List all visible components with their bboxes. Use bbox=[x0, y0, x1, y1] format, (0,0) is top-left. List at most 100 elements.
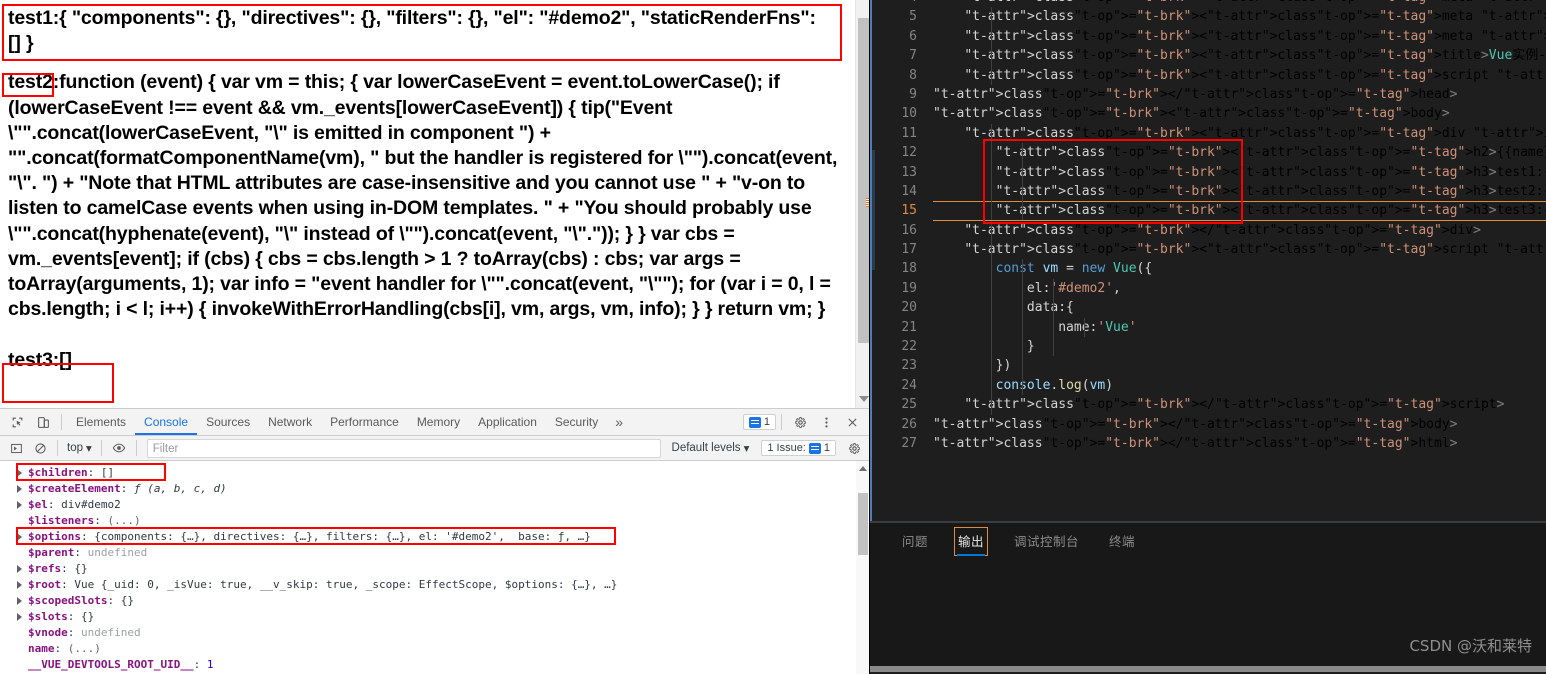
code-line[interactable]: 11 "t-attr">class "t-op" >= "t-brk" >< "t-att… bbox=[875, 123, 1546, 144]
console-entry[interactable]: $createElement: ƒ (a, b, c, d) bbox=[0, 481, 869, 497]
expand-arrow-icon[interactable] bbox=[17, 469, 22, 477]
scroll-up-arrow-icon[interactable] bbox=[859, 466, 867, 471]
line-number: 4 bbox=[875, 0, 933, 7]
console-entry-separator: : bbox=[67, 626, 81, 639]
console-entry[interactable]: $options: {components: {…}, directives: … bbox=[0, 529, 869, 545]
scroll-down-arrow-icon[interactable] bbox=[859, 396, 869, 402]
console-entry-key: $createElement bbox=[28, 482, 121, 495]
expand-arrow-icon[interactable] bbox=[17, 613, 22, 621]
tab-performance[interactable]: Performance bbox=[321, 409, 408, 435]
filterbar-divider-1 bbox=[57, 440, 58, 456]
expand-arrow-icon[interactable] bbox=[17, 533, 22, 541]
close-icon[interactable] bbox=[839, 410, 865, 434]
line-number: 16 bbox=[901, 222, 917, 238]
code-line[interactable]: 10 "t-attr">class "t-op" >= "t-brk" >< "t-attr… bbox=[875, 104, 1546, 123]
inspect-element-icon[interactable] bbox=[4, 410, 30, 434]
console-entry[interactable]: $slots: {} bbox=[0, 609, 869, 625]
expand-arrow-icon[interactable] bbox=[17, 597, 22, 605]
code-line[interactable]: 18 const vm = new Vue({ bbox=[875, 259, 1546, 279]
console-entry[interactable]: __VUE_DEVTOOLS_ROOT_UID__: 1 bbox=[0, 657, 869, 673]
tab-console[interactable]: Console bbox=[135, 409, 198, 435]
console-entry-value: ƒ (a, b, c, d) bbox=[133, 482, 227, 495]
code-line[interactable]: 26 "t-attr">class "t-op" >= "t-brk" ></"t-att… bbox=[875, 415, 1546, 434]
expand-arrow-icon[interactable] bbox=[17, 501, 22, 509]
code-line[interactable]: 17 "t-attr">class "t-op" >= "t-brk" >< "t-att… bbox=[875, 240, 1546, 260]
tab-elements[interactable]: Elements bbox=[67, 409, 135, 435]
console-scrollbar[interactable] bbox=[856, 461, 869, 674]
code-line[interactable]: 6 "t-attr">class "t-op" >= "t-brk" >< "t-attr… bbox=[875, 26, 1546, 47]
code-line[interactable]: 4 "t-attr">class"t-op">="t-brk"><"t-attr… bbox=[875, 0, 1546, 7]
console-settings-icon[interactable] bbox=[842, 437, 866, 459]
code-line[interactable]: 21 name:'Vue' bbox=[875, 317, 1546, 338]
filter-input[interactable]: Filter bbox=[146, 438, 661, 458]
editor-text-area[interactable]: 4 "t-attr">class"t-op">="t-brk"><"t-attr… bbox=[870, 0, 1546, 523]
message-count-badge[interactable]: 1 bbox=[742, 414, 776, 430]
line-number: 27 bbox=[901, 435, 917, 451]
code-line[interactable]: 23 }) bbox=[875, 356, 1546, 376]
execution-context-selector[interactable]: top ▾ bbox=[63, 441, 96, 455]
line-number: 10 bbox=[901, 106, 917, 122]
code-line[interactable]: 15 "t-attr">class "t-op" >= "t-brk" >< "t-att… bbox=[875, 201, 1546, 222]
code-line[interactable]: 20 data:{ bbox=[875, 298, 1546, 318]
code-line[interactable]: 16 "t-attr">class "t-op" >= "t-brk" ></"t-at… bbox=[875, 220, 1546, 241]
console-entry[interactable]: $scopedSlots: {} bbox=[0, 593, 869, 609]
page-content: test1:{ "components": {}, "directives": … bbox=[0, 0, 852, 374]
code-line[interactable]: 14 "t-attr">class "t-op" >= "t-brk" >< "t-att… bbox=[875, 181, 1546, 202]
code-line[interactable]: 22 } bbox=[875, 337, 1546, 357]
tab-application[interactable]: Application bbox=[469, 409, 546, 435]
expand-arrow-icon[interactable] bbox=[17, 485, 22, 493]
tab-memory[interactable]: Memory bbox=[408, 409, 469, 435]
code-line[interactable]: 25 "t-attr">class "t-op" >= "t-brk" ></"t-at… bbox=[875, 395, 1546, 415]
code-line-text: "t-attr">class bbox=[995, 164, 1106, 180]
code-line-text: "t-attr">class bbox=[933, 106, 1043, 122]
gear-icon[interactable] bbox=[787, 410, 813, 434]
console-entry-key: $slots bbox=[28, 610, 68, 623]
code-line[interactable]: 12 "t-attr">class "t-op" >= "t-brk" >< "t-att… bbox=[875, 143, 1546, 163]
console-entry[interactable]: $parent: undefined bbox=[0, 545, 869, 561]
clear-console-icon[interactable] bbox=[28, 437, 52, 459]
code-line-text: name:'Vue' bbox=[933, 319, 1137, 335]
panel-tab-problems[interactable]: 问题 bbox=[898, 527, 932, 556]
code-line[interactable]: 5 "t-attr">class "t-op" >= "t-brk" >< "t-attr… bbox=[875, 7, 1546, 27]
console-entry-key: $children bbox=[28, 466, 88, 479]
live-expression-icon[interactable] bbox=[107, 437, 131, 459]
console-entry-value: (...) bbox=[67, 642, 101, 655]
tab-network[interactable]: Network bbox=[259, 409, 321, 435]
issues-badge[interactable]: 1 Issue: 1 bbox=[761, 440, 836, 456]
code-line-text: "t-attr">class bbox=[964, 28, 1074, 44]
more-tabs-icon[interactable]: » bbox=[607, 414, 631, 430]
devtools-toolbar-right: 1 bbox=[742, 410, 869, 434]
log-levels-selector[interactable]: Default levels ▾ bbox=[666, 441, 756, 455]
console-entry-key: $el bbox=[28, 498, 48, 511]
expand-arrow-icon[interactable] bbox=[17, 581, 22, 589]
tab-sources[interactable]: Sources bbox=[197, 409, 259, 435]
code-line[interactable]: 7 "t-attr">class "t-op" >= "t-brk" >< "t-attr… bbox=[875, 46, 1546, 66]
expand-arrow-icon[interactable] bbox=[17, 565, 22, 573]
panel-tab-output[interactable]: 输出 bbox=[954, 526, 989, 556]
code-line[interactable]: 8 "t-attr">class "t-op" >= "t-brk" >< "t-attr… bbox=[875, 65, 1546, 85]
console-entry[interactable]: name: (...) bbox=[0, 641, 869, 657]
code-line[interactable]: 9 "t-attr">class "t-op" >= "t-brk" ></"t-attr… bbox=[875, 85, 1546, 104]
console-entry[interactable]: $children: [] bbox=[0, 465, 869, 481]
more-options-icon[interactable] bbox=[813, 410, 839, 434]
console-entry[interactable]: $el: div#demo2 bbox=[0, 497, 869, 513]
code-line[interactable]: 27 "t-attr">class "t-op" >= "t-brk" ></"t-att… bbox=[875, 434, 1546, 453]
console-entry[interactable]: $refs: {} bbox=[0, 561, 869, 577]
page-scrollbar[interactable] bbox=[855, 0, 869, 408]
device-toolbar-icon[interactable] bbox=[30, 410, 56, 434]
tab-security[interactable]: Security bbox=[546, 409, 607, 435]
watermark: CSDN @沃和莱特 bbox=[1409, 637, 1532, 655]
execute-snippet-icon[interactable] bbox=[4, 437, 28, 459]
code-line[interactable]: 13 "t-attr">class "t-op" >= "t-brk" >< "t-att… bbox=[875, 162, 1546, 182]
console-entry[interactable]: $listeners: (...) bbox=[0, 513, 869, 529]
console-entry[interactable]: $vnode: undefined bbox=[0, 625, 869, 641]
console-entry[interactable]: $root: Vue {_uid: 0, _isVue: true, __v_s… bbox=[0, 577, 869, 593]
toolbar-divider-2 bbox=[781, 414, 782, 430]
console-scrollbar-thumb[interactable] bbox=[858, 493, 868, 555]
panel-tab-terminal[interactable]: 终端 bbox=[1105, 527, 1139, 556]
page-scrollbar-thumb[interactable] bbox=[858, 18, 869, 343]
code-line[interactable]: 19 el:'#demo2', bbox=[875, 278, 1546, 299]
test1-heading: test1:{ "components": {}, "directives": … bbox=[8, 6, 844, 56]
code-line[interactable]: 24 console.log(vm) bbox=[875, 375, 1546, 396]
panel-tab-debug-console[interactable]: 调试控制台 bbox=[1010, 527, 1083, 556]
